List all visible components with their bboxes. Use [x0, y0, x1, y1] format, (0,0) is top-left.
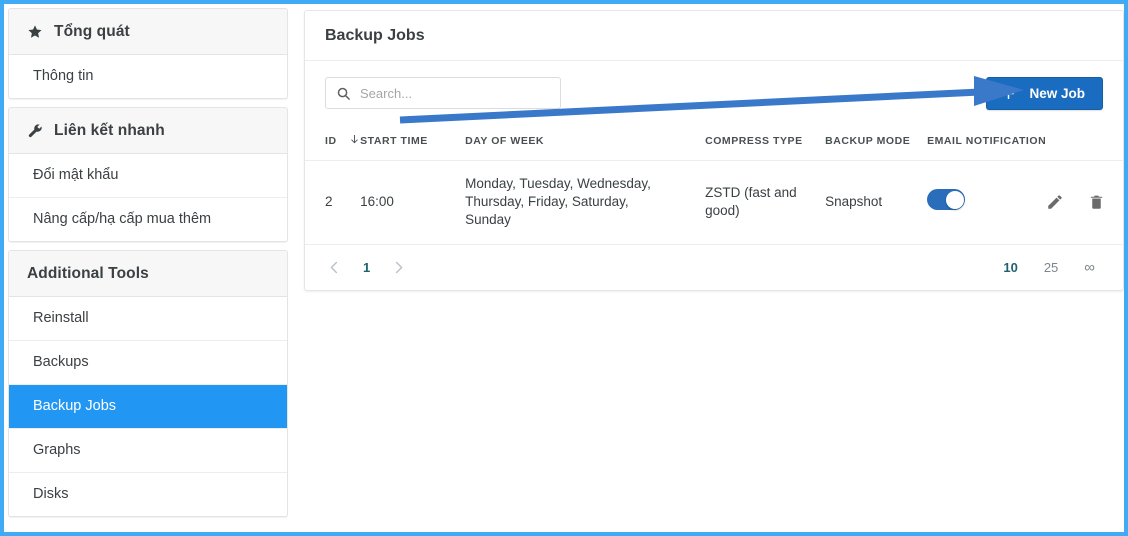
- column-header-start-time[interactable]: START TIME: [360, 125, 466, 161]
- page-size-25[interactable]: 25: [1044, 260, 1058, 275]
- email-notification-toggle[interactable]: [927, 189, 966, 211]
- sidebar-section-general: Tổng quát Thông tin: [8, 8, 288, 99]
- toggle-knob: [945, 190, 964, 209]
- plus-icon: [1001, 86, 1016, 101]
- column-header-id-label: ID: [325, 135, 337, 147]
- table-header: ID START TIME DAY OF WEEK COMPRESS TYPE …: [305, 125, 1123, 161]
- pencil-icon[interactable]: [1046, 193, 1064, 211]
- sidebar-item-reinstall[interactable]: Reinstall: [9, 297, 287, 341]
- page-size-all[interactable]: ∞: [1084, 259, 1095, 276]
- new-job-button[interactable]: New Job: [986, 76, 1103, 110]
- sidebar: Tổng quát Thông tin Liên kết nhanh Đổi m…: [8, 8, 288, 517]
- sidebar-item-disks[interactable]: Disks: [9, 473, 287, 516]
- page-size-10[interactable]: 10: [1003, 260, 1017, 275]
- search-icon: [336, 86, 351, 101]
- cell-day-of-week: Monday, Tuesday, Wednesday, Thursday, Fr…: [465, 160, 706, 245]
- backup-jobs-table: ID START TIME DAY OF WEEK COMPRESS TYPE …: [305, 125, 1123, 245]
- trash-icon[interactable]: [1088, 193, 1105, 211]
- cell-backup-mode: Snapshot: [825, 160, 928, 245]
- cell-actions: [1046, 160, 1123, 245]
- sidebar-section-quicklinks: Liên kết nhanh Đổi mật khẩu Nâng cấp/hạ …: [8, 107, 288, 242]
- column-header-compress-type[interactable]: COMPRESS TYPE: [705, 125, 826, 161]
- sidebar-item-graphs[interactable]: Graphs: [9, 429, 287, 473]
- column-header-day-of-week[interactable]: DAY OF WEEK: [465, 125, 706, 161]
- sidebar-item-thong-tin[interactable]: Thông tin: [9, 55, 287, 98]
- cell-email-notification: [927, 160, 1047, 245]
- sidebar-item-doi-mat-khau[interactable]: Đổi mật khẩu: [9, 154, 287, 198]
- pagination: 1 10 25 ∞: [305, 245, 1123, 290]
- column-header-id[interactable]: ID: [305, 125, 361, 161]
- sidebar-item-backups[interactable]: Backups: [9, 341, 287, 385]
- pagination-next-button[interactable]: [391, 260, 406, 275]
- column-header-backup-mode[interactable]: BACKUP MODE: [825, 125, 928, 161]
- table-row: 2 16:00 Monday, Tuesday, Wednesday, Thur…: [305, 160, 1123, 245]
- sidebar-section-title: Tổng quát: [54, 23, 130, 40]
- page-title: Backup Jobs: [305, 11, 1123, 61]
- star-icon: [27, 24, 43, 40]
- new-job-label: New Job: [1029, 85, 1085, 101]
- wrench-icon: [27, 123, 43, 139]
- cell-start-time: 16:00: [360, 160, 466, 245]
- toolbar: New Job: [305, 61, 1123, 125]
- pagination-prev-button[interactable]: [327, 260, 342, 275]
- cell-id: 2: [305, 160, 361, 245]
- sidebar-item-nang-cap[interactable]: Nâng cấp/hạ cấp mua thêm: [9, 198, 287, 241]
- sidebar-section-header-additional-tools: Additional Tools: [9, 251, 287, 297]
- sidebar-item-backup-jobs[interactable]: Backup Jobs: [9, 385, 287, 429]
- cell-compress-type: ZSTD (fast and good): [705, 160, 826, 245]
- sidebar-section-header-general: Tổng quát: [9, 9, 287, 55]
- search-input-wrapper[interactable]: [325, 77, 561, 109]
- pagination-page-1[interactable]: 1: [363, 260, 370, 275]
- table-body: 2 16:00 Monday, Tuesday, Wednesday, Thur…: [305, 160, 1123, 245]
- sort-descending-icon: [349, 133, 360, 148]
- main-panel: Backup Jobs New Job ID: [304, 10, 1124, 291]
- app-window: Tổng quát Thông tin Liên kết nhanh Đổi m…: [0, 0, 1128, 536]
- column-header-email-notification[interactable]: EMAIL NOTIFICATION: [927, 125, 1047, 161]
- sidebar-section-header-quicklinks: Liên kết nhanh: [9, 108, 287, 154]
- sidebar-section-title: Additional Tools: [27, 265, 149, 282]
- column-header-actions: [1046, 125, 1123, 161]
- search-input[interactable]: [351, 84, 552, 102]
- sidebar-section-additional-tools: Additional Tools Reinstall Backups Backu…: [8, 250, 288, 517]
- sidebar-section-title: Liên kết nhanh: [54, 122, 165, 139]
